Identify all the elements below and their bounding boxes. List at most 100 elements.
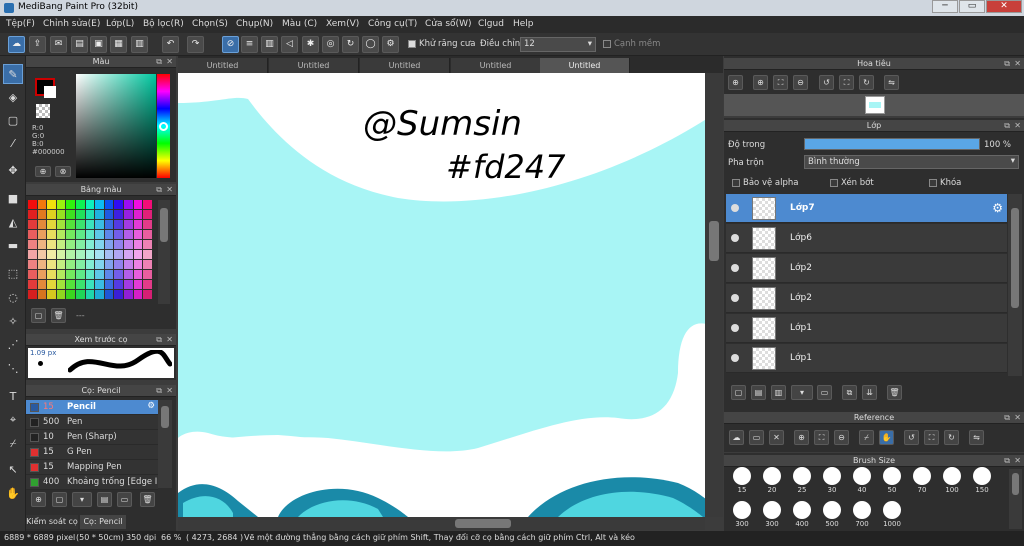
palette-swatch[interactable] <box>37 240 47 249</box>
palette-swatch[interactable] <box>47 210 56 219</box>
palette-swatch[interactable] <box>85 280 95 289</box>
menu-file[interactable]: Tệp(F) <box>6 19 35 29</box>
eye-icon[interactable] <box>731 354 739 362</box>
ellipse-snap-icon[interactable]: ◯ <box>362 36 379 53</box>
palette-swatch[interactable] <box>76 280 85 289</box>
layer-folder-icon[interactable]: ▭ <box>817 385 832 400</box>
dot-tool-icon[interactable]: ▢ <box>3 111 23 131</box>
palette-swatch[interactable] <box>133 220 143 229</box>
layer-menu-icon[interactable]: ▾ <box>791 385 813 400</box>
palette-swatch[interactable] <box>85 270 95 279</box>
palette-swatch[interactable] <box>47 220 56 229</box>
brush-size-dot[interactable] <box>733 467 751 485</box>
canvas-vertical-scrollbar[interactable] <box>705 73 723 517</box>
palette-swatch[interactable] <box>104 240 114 249</box>
palette-swatch[interactable] <box>133 240 143 249</box>
delete-layer-icon[interactable]: 🗑 <box>887 385 902 400</box>
palette-swatch[interactable] <box>104 200 114 209</box>
palette-swatch[interactable] <box>133 290 143 299</box>
gradient-tool-icon[interactable]: ▬ <box>3 236 23 256</box>
eye-icon[interactable] <box>731 264 739 272</box>
minimize-button[interactable]: ─ <box>932 0 958 13</box>
palette-swatch[interactable] <box>104 280 114 289</box>
curve-snap-icon[interactable]: ↻ <box>342 36 359 53</box>
palette-swatch[interactable] <box>56 230 66 239</box>
palette-swatch[interactable] <box>114 200 123 209</box>
palette-swatch[interactable] <box>124 240 133 249</box>
palette-swatch[interactable] <box>28 280 37 289</box>
menu-capture[interactable]: Chụp(N) <box>236 19 273 29</box>
palette-swatch[interactable] <box>28 230 37 239</box>
fit-screen-icon[interactable]: ⛶ <box>773 75 788 90</box>
select-pen-icon[interactable]: ⋰ <box>3 335 23 355</box>
palette-swatch[interactable] <box>143 220 152 229</box>
clip-checkbox[interactable] <box>830 178 838 187</box>
palette-scroll-thumb[interactable] <box>160 208 168 242</box>
palette-swatch[interactable] <box>28 210 37 219</box>
palette-swatch[interactable] <box>124 260 133 269</box>
palette-swatch[interactable] <box>76 200 85 209</box>
palette-swatch[interactable] <box>28 220 37 229</box>
layer-row[interactable]: Lớp7 ⚙ <box>726 194 1007 223</box>
reset-icon[interactable]: ⛶ <box>924 430 939 445</box>
no-snap-icon[interactable]: ⊘ <box>222 36 239 53</box>
palette-swatch[interactable] <box>28 240 37 249</box>
palette-swatch[interactable] <box>56 200 66 209</box>
eye-icon[interactable] <box>731 234 739 242</box>
palette-swatch[interactable] <box>28 270 37 279</box>
delete-palette-icon[interactable]: 🗑 <box>51 308 66 323</box>
palette-swatch[interactable] <box>143 260 152 269</box>
brush-list-scroll-thumb[interactable] <box>161 406 169 428</box>
palette-swatch[interactable] <box>124 230 133 239</box>
blur-tool-icon[interactable]: ⁄ <box>3 134 23 154</box>
brush-size-dot[interactable] <box>853 467 871 485</box>
palette-swatch[interactable] <box>104 210 114 219</box>
palette-swatch[interactable] <box>133 230 143 239</box>
vertical-scroll-thumb[interactable] <box>709 221 719 261</box>
shape-tool-icon[interactable]: ■ <box>3 189 23 209</box>
palette-swatch[interactable] <box>56 240 66 249</box>
palette-swatch[interactable] <box>114 220 123 229</box>
palette-swatch[interactable] <box>114 230 123 239</box>
palette-swatch[interactable] <box>95 200 104 209</box>
cloud-upload-icon[interactable]: ☁ <box>729 430 744 445</box>
flip-icon[interactable]: ⇋ <box>969 430 984 445</box>
palette-swatch[interactable] <box>95 260 104 269</box>
palette-swatch[interactable] <box>104 290 114 299</box>
brush-size-dot[interactable] <box>973 467 991 485</box>
select-eraser-icon[interactable]: ⋱ <box>3 359 23 379</box>
reset-view-icon[interactable]: ⛶ <box>839 75 854 90</box>
palette-swatch[interactable] <box>66 270 75 279</box>
menu-edit[interactable]: Chỉnh sửa(E) <box>43 19 100 29</box>
brush-size-dot[interactable] <box>763 501 781 519</box>
rotate-left-icon[interactable]: ↺ <box>904 430 919 445</box>
zoom-in-2-icon[interactable]: ⊕ <box>753 75 768 90</box>
palette-swatch[interactable] <box>76 240 85 249</box>
palette-swatch[interactable] <box>56 270 66 279</box>
palette-swatch[interactable] <box>124 290 133 299</box>
palette-swatch[interactable] <box>114 240 123 249</box>
hand-icon[interactable]: ✋ <box>879 430 894 445</box>
menu-cloud[interactable]: Clgud <box>478 19 504 29</box>
add-brush-icon[interactable]: ⊕ <box>31 492 46 507</box>
palette-swatch[interactable] <box>143 270 152 279</box>
new-palette-icon[interactable]: ▢ <box>31 308 46 323</box>
magic-wand-icon[interactable]: ✧ <box>3 312 23 332</box>
close-icon[interactable]: ✕ <box>166 56 173 68</box>
merge-layer-icon[interactable]: ⇊ <box>862 385 877 400</box>
palette-swatch[interactable] <box>104 250 114 259</box>
comment-icon[interactable]: ✉ <box>50 36 67 53</box>
protect-alpha-checkbox[interactable] <box>732 178 740 187</box>
palette-swatch[interactable] <box>37 260 47 269</box>
palette-swatch[interactable] <box>56 260 66 269</box>
circle-snap-icon[interactable]: ◎ <box>322 36 339 53</box>
palette-swatch[interactable] <box>124 270 133 279</box>
palette-swatch[interactable] <box>56 290 66 299</box>
palette-swatch[interactable] <box>66 230 75 239</box>
folder-icon[interactable]: ▭ <box>117 492 132 507</box>
palette-swatch[interactable] <box>95 210 104 219</box>
brush-item-pen[interactable]: 500 Pen <box>26 415 158 430</box>
menu-filter[interactable]: Bộ lọc(R) <box>143 19 184 29</box>
brush-item-mapping-pen[interactable]: 15 Mapping Pen <box>26 460 158 475</box>
tab-untitled-4[interactable]: Untitled <box>451 58 541 73</box>
